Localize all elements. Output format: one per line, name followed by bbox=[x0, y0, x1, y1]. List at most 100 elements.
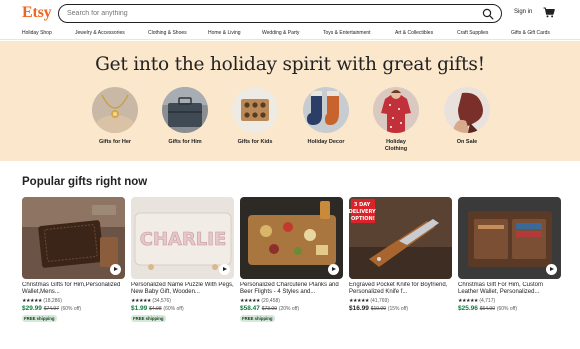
holiday-hero-banner: Get into the holiday spirit with great g… bbox=[0, 41, 580, 161]
review-count: (18,286) bbox=[43, 298, 62, 304]
product-image[interactable] bbox=[240, 197, 343, 279]
original-price: $19.99 bbox=[370, 306, 386, 312]
original-price: $64.90 bbox=[479, 306, 495, 312]
category-link-gifts[interactable]: Gifts & Gift Cards bbox=[511, 30, 550, 36]
delivery-badge-line: DELIVERY bbox=[349, 209, 376, 215]
gifts-for-kids-circle[interactable] bbox=[232, 87, 278, 133]
review-count: (20,458) bbox=[261, 298, 280, 304]
discount-label: (15% off) bbox=[387, 306, 409, 312]
category-link-wedding-party[interactable]: Wedding & Party bbox=[262, 30, 299, 36]
play-video-button[interactable] bbox=[546, 264, 557, 275]
star-rating-icon: ★★★★★ bbox=[349, 298, 369, 304]
pocket-knife-photo: 3 DAY DELIVERY OPTION! bbox=[349, 197, 452, 279]
sale-price: $25.96 bbox=[458, 305, 478, 312]
star-rating-icon: ★★★★★ bbox=[458, 298, 478, 304]
product-title[interactable]: Personalized Name Puzzle With Pegs, New … bbox=[131, 282, 234, 296]
original-price: $4.98 bbox=[149, 306, 162, 312]
product-card[interactable]: Christmas Gift For Him, Custom Leather W… bbox=[458, 197, 561, 337]
discount-label: (60% off) bbox=[163, 306, 184, 312]
product-image[interactable] bbox=[22, 197, 125, 279]
holiday-clothing-circle[interactable] bbox=[373, 87, 419, 133]
etsy-logo[interactable]: Etsy bbox=[22, 4, 52, 22]
discount-label: (60% off) bbox=[60, 306, 82, 312]
product-image[interactable]: CHARLIE bbox=[131, 197, 234, 279]
play-video-button[interactable] bbox=[219, 264, 230, 275]
gifts-for-him-circle[interactable] bbox=[162, 87, 208, 133]
product-rating: ★★★★★ (20,458) bbox=[240, 298, 280, 304]
top-header: Etsy Sign in bbox=[0, 0, 580, 28]
category-link-clothing[interactable]: Clothing & Shoes bbox=[148, 30, 187, 36]
holiday-clothing-label[interactable]: Holiday Clothing bbox=[361, 139, 431, 153]
stockings-image bbox=[303, 87, 349, 133]
holiday-decor-label[interactable]: Holiday Decor bbox=[291, 139, 361, 146]
play-video-button[interactable] bbox=[110, 264, 121, 275]
search-icon[interactable] bbox=[482, 8, 494, 20]
category-link-jewelry[interactable]: Jewelry & Accessories bbox=[75, 30, 125, 36]
toy-tray-image bbox=[232, 87, 278, 133]
product-title[interactable]: Personalized Charcuterie Planks and Beer… bbox=[240, 282, 343, 296]
free-shipping-badge: FREE shipping bbox=[131, 315, 166, 322]
product-rating: ★★★★★ (34,576) bbox=[131, 298, 171, 304]
original-price: $74.97 bbox=[43, 306, 59, 312]
gifts-for-her-label[interactable]: Gifts for Her bbox=[80, 139, 150, 146]
sale-price: $58.47 bbox=[240, 305, 260, 312]
star-rating-icon: ★★★★★ bbox=[22, 298, 42, 304]
product-title[interactable]: Engraved Pocket Knife for Boyfriend, Per… bbox=[349, 282, 452, 296]
category-link-art[interactable]: Art & Collectibles bbox=[395, 30, 433, 36]
review-count: (4,717) bbox=[479, 298, 496, 304]
product-rating: ★★★★★ (4,717) bbox=[458, 298, 495, 304]
briefcase-image bbox=[162, 87, 208, 133]
play-video-button[interactable] bbox=[328, 264, 339, 275]
hero-title: Get into the holiday spirit with great g… bbox=[95, 54, 485, 75]
price-row: $25.96 $64.90 (60% off) bbox=[458, 305, 517, 312]
free-shipping-badge: FREE shipping bbox=[22, 315, 57, 322]
product-image[interactable]: 3 DAY DELIVERY OPTION! bbox=[349, 197, 452, 279]
price-row: $1.99 $4.98 (60% off) bbox=[131, 305, 184, 312]
cart-icon[interactable] bbox=[543, 7, 555, 18]
popular-gifts-heading: Popular gifts right now bbox=[22, 176, 148, 188]
pajamas-image bbox=[373, 87, 419, 133]
on-sale-circle[interactable] bbox=[444, 87, 490, 133]
on-sale-label[interactable]: On Sale bbox=[432, 139, 502, 146]
product-card[interactable]: CHARLIE Personalized Name Puzzle With Pe… bbox=[131, 197, 234, 337]
gifts-for-her-circle[interactable] bbox=[92, 87, 138, 133]
search-input[interactable] bbox=[67, 7, 467, 20]
price-row: $16.99 $19.99 (15% off) bbox=[349, 305, 408, 312]
holiday-decor-circle[interactable] bbox=[303, 87, 349, 133]
product-image[interactable] bbox=[458, 197, 561, 279]
category-nav: Holiday Shop Jewelry & Accessories Cloth… bbox=[0, 28, 580, 40]
discount-label: (20% off) bbox=[278, 306, 300, 312]
product-card[interactable]: 3 DAY DELIVERY OPTION! Engraved Pocket K… bbox=[349, 197, 452, 337]
gifts-for-kids-label[interactable]: Gifts for Kids bbox=[220, 139, 290, 146]
review-count: (34,576) bbox=[152, 298, 171, 304]
original-price: $73.09 bbox=[261, 306, 277, 312]
puzzle-name-text: CHARLIE bbox=[140, 229, 227, 250]
review-count: (41,769) bbox=[370, 298, 389, 304]
sale-price: $29.99 bbox=[22, 305, 42, 312]
discount-label: (60% off) bbox=[496, 306, 518, 312]
delivery-badge-line: 3 DAY bbox=[354, 202, 371, 208]
category-link-home-living[interactable]: Home & Living bbox=[208, 30, 241, 36]
gifts-for-him-label[interactable]: Gifts for Him bbox=[150, 139, 220, 146]
star-rating-icon: ★★★★★ bbox=[240, 298, 260, 304]
search-bar[interactable] bbox=[58, 4, 502, 23]
star-rating-icon: ★★★★★ bbox=[131, 298, 151, 304]
product-card[interactable]: Personalized Charcuterie Planks and Beer… bbox=[240, 197, 343, 337]
sign-in-link[interactable]: Sign in bbox=[514, 9, 532, 15]
price-row: $29.99 $74.97 (60% off) bbox=[22, 305, 81, 312]
sale-image bbox=[444, 87, 490, 133]
product-card[interactable]: Christmas Gifts for Him,Personalized Wal… bbox=[22, 197, 125, 337]
product-title[interactable]: Christmas Gifts for Him,Personalized Wal… bbox=[22, 282, 125, 296]
category-link-craft[interactable]: Craft Supplies bbox=[457, 30, 488, 36]
product-rating: ★★★★★ (18,286) bbox=[22, 298, 62, 304]
price-row: $58.47 $73.09 (20% off) bbox=[240, 305, 299, 312]
delivery-badge-line: OPTION! bbox=[351, 216, 375, 222]
sale-price: $16.99 bbox=[349, 305, 369, 312]
category-link-toys[interactable]: Toys & Entertainment bbox=[323, 30, 371, 36]
category-link-holiday-shop[interactable]: Holiday Shop bbox=[22, 30, 52, 36]
product-title[interactable]: Christmas Gift For Him, Custom Leather W… bbox=[458, 282, 561, 296]
sale-price: $1.99 bbox=[131, 305, 148, 312]
product-rating: ★★★★★ (41,769) bbox=[349, 298, 389, 304]
free-shipping-badge: FREE shipping bbox=[240, 315, 275, 322]
necklace-image bbox=[92, 87, 138, 133]
